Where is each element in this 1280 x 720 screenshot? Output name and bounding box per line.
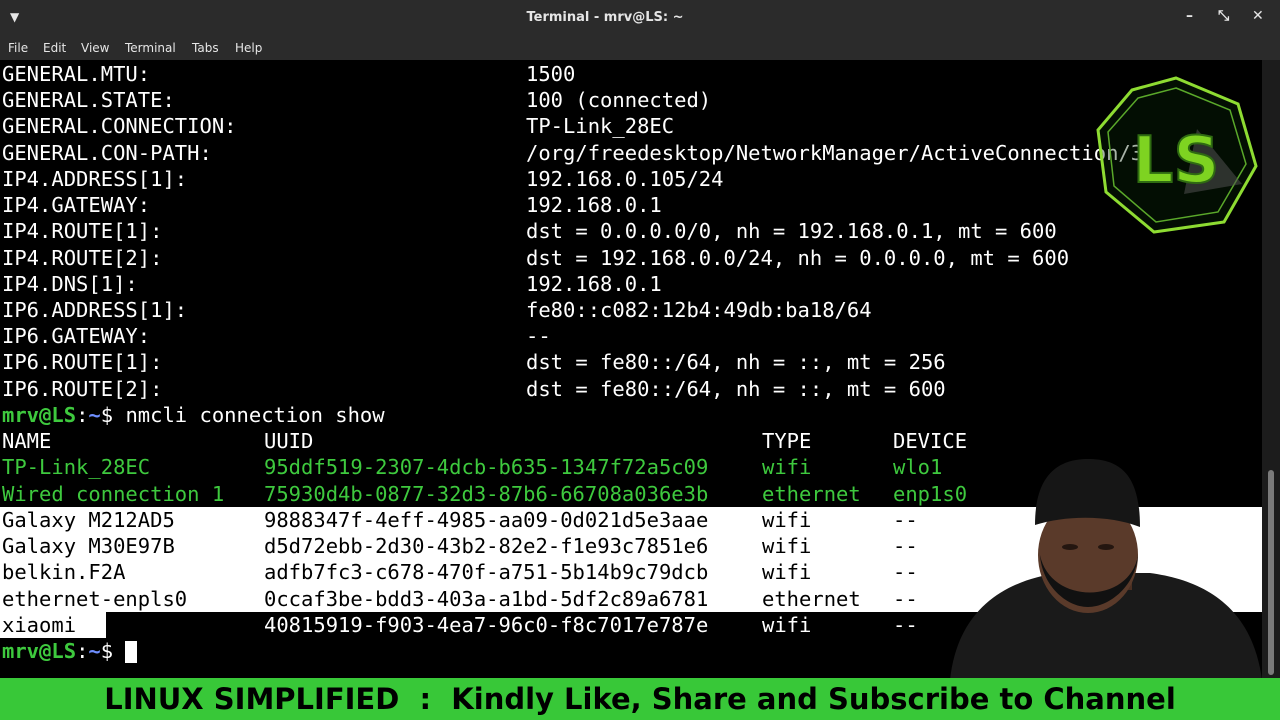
table-row: ethernet-enpls0 0ccaf3be-bdd3-403a-a1bd-…	[2, 587, 918, 611]
menu-edit[interactable]: Edit	[43, 41, 66, 55]
command-line: mrv@LS:~$ nmcli connection show	[2, 403, 385, 427]
menu-bar: File Edit View Terminal Tabs Help	[0, 36, 1280, 60]
maximize-icon[interactable]: ⤡	[1218, 8, 1229, 24]
prompt-line[interactable]: mrv@LS:~$	[2, 638, 138, 664]
presenter-webcam	[950, 459, 1262, 680]
menu-help[interactable]: Help	[235, 41, 262, 55]
menu-view[interactable]: View	[81, 41, 109, 55]
close-icon[interactable]: ✕	[1252, 8, 1264, 24]
table-row: xiaomi 40815919-f903-4ea7-96c0-f8c7017e7…	[2, 613, 918, 637]
menu-tabs[interactable]: Tabs	[192, 41, 219, 55]
table-row: belkin.F2A adfb7fc3-c678-470f-a751-5b14b…	[2, 560, 918, 584]
text-cursor	[125, 641, 138, 663]
table-row: Wired connection 1 75930d4b-0877-32d3-87…	[2, 482, 968, 506]
window-title: Terminal - mrv@LS: ~	[526, 10, 684, 25]
table-row: Galaxy M212AD5 9888347f-4eff-4985-aa09-0…	[2, 508, 918, 532]
subscribe-banner: LINUX SIMPLIFIED : Kindly Like, Share an…	[0, 678, 1280, 720]
table-header: NAME UUID TYPE DEVICE	[2, 429, 968, 453]
table-row: Galaxy M30E97B d5d72ebb-2d30-43b2-82e2-f…	[2, 534, 918, 558]
menu-terminal[interactable]: Terminal	[125, 41, 176, 55]
channel-logo: LS	[1096, 76, 1258, 234]
table-row: TP-Link_28EC 95ddf519-2307-4dcb-b635-134…	[2, 455, 943, 479]
minimize-icon[interactable]: –	[1186, 8, 1193, 24]
window-titlebar: ▼ Terminal - mrv@LS: ~ – ⤡ ✕	[0, 0, 1280, 36]
logo-text: LS	[1133, 124, 1220, 198]
menu-file[interactable]: File	[8, 41, 28, 55]
command-text: nmcli connection show	[125, 403, 385, 427]
